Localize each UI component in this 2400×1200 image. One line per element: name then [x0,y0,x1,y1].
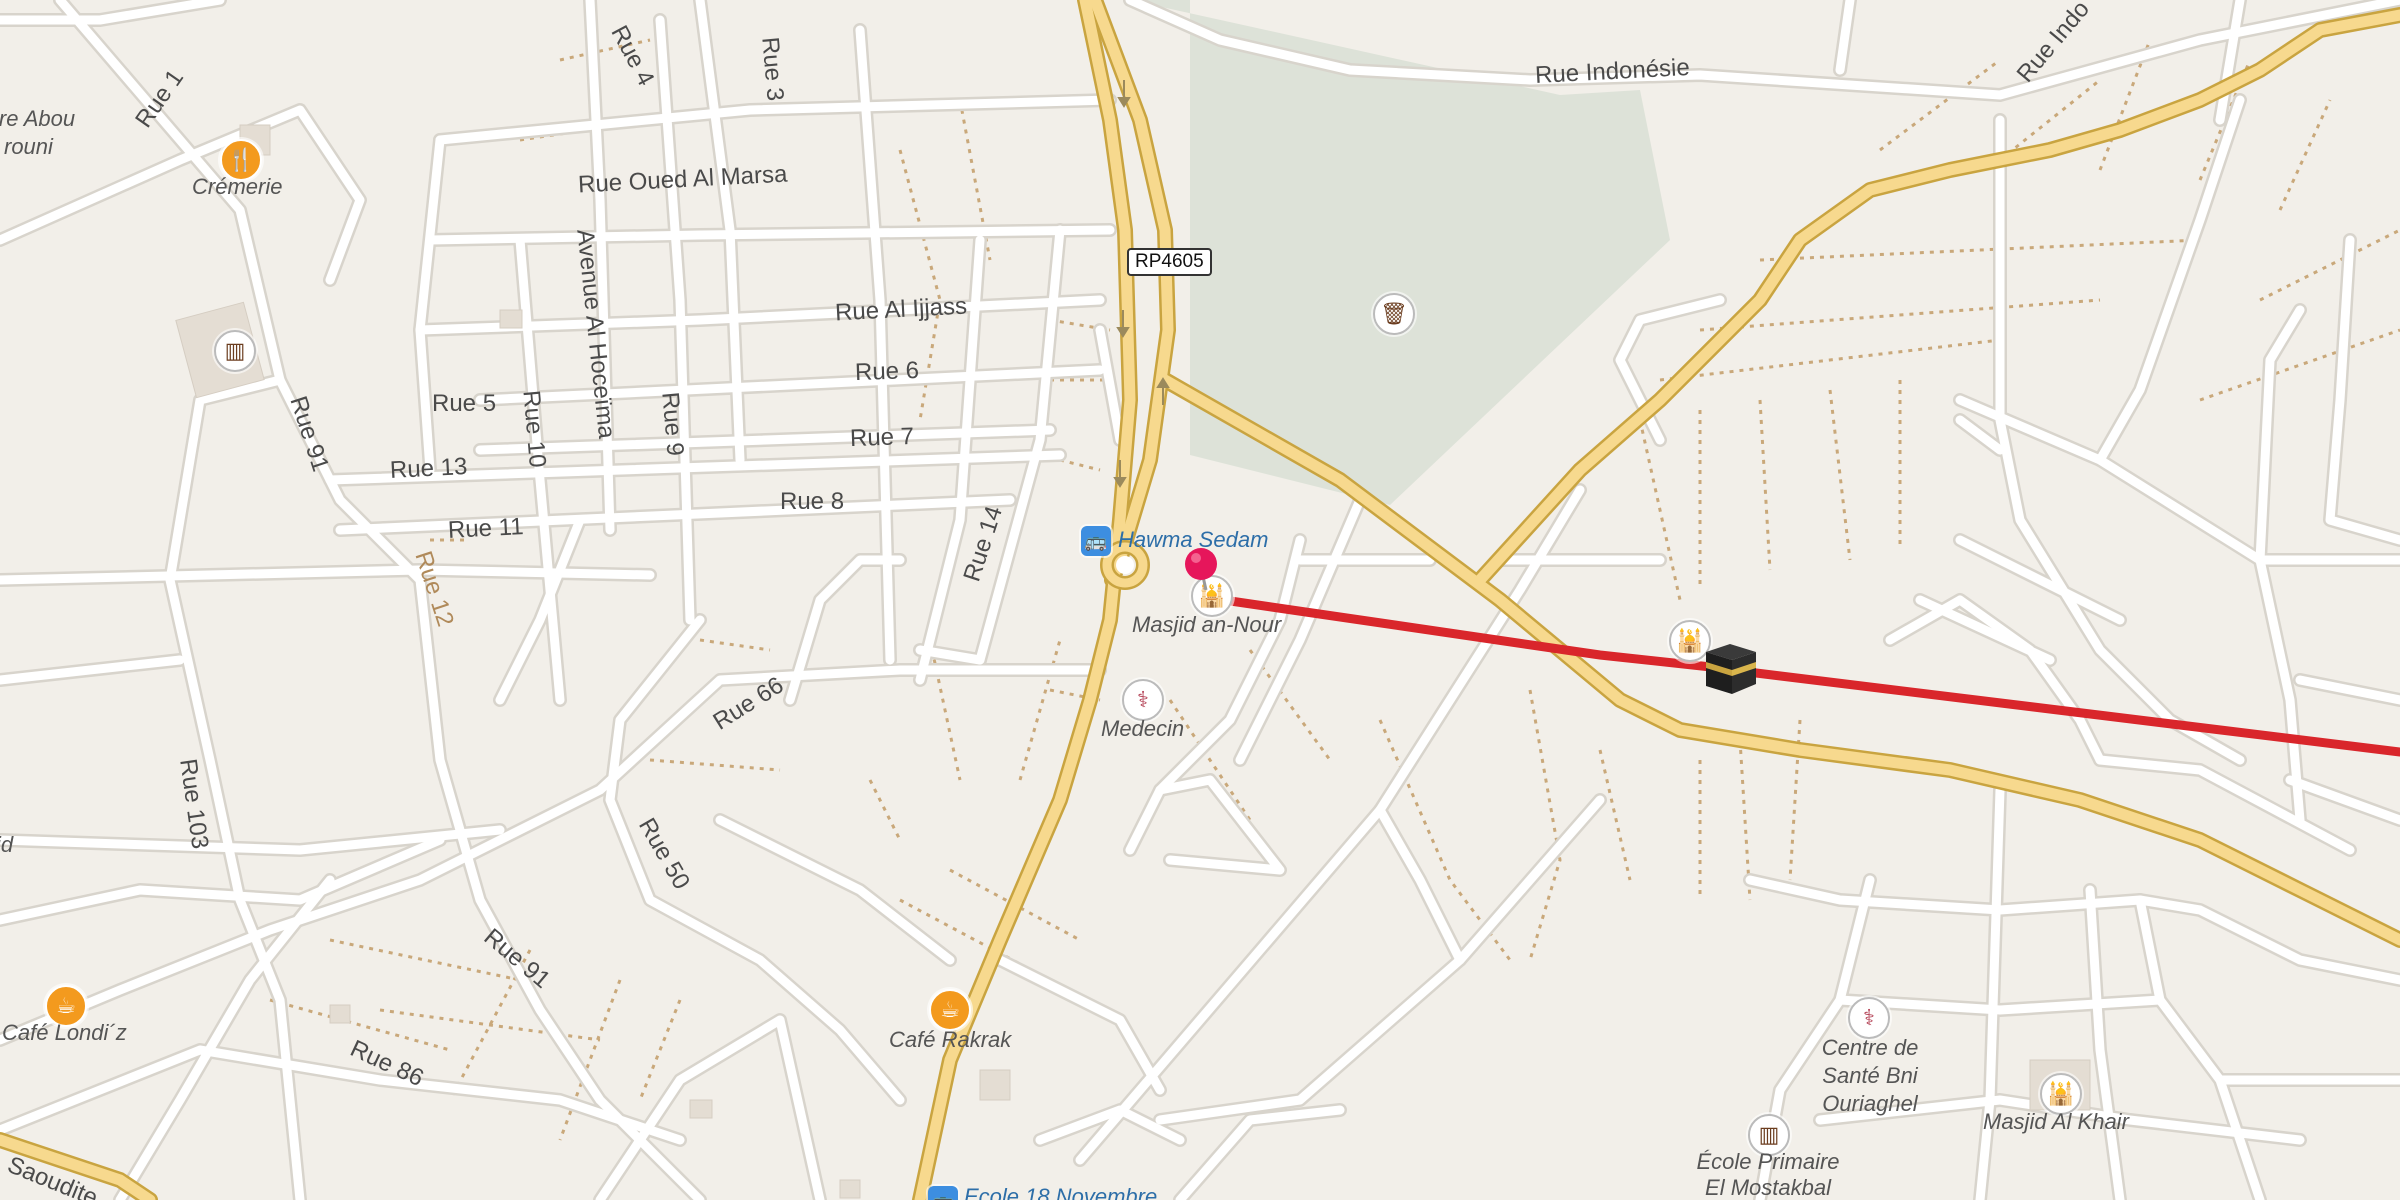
street-label: Rue 3 [756,35,789,103]
cafe-icon[interactable]: ☕ [929,989,971,1031]
kaaba-icon[interactable] [1702,640,1760,696]
street-label: Rue 11 [447,513,525,544]
street-label: Rue 5 [432,390,497,417]
poi-label[interactable]: Café Londi´z [2,1020,127,1046]
street-label: Rue 9 [656,390,689,458]
doctor-icon[interactable]: ⚕ [1848,997,1890,1039]
street-label: Rue 13 [389,452,469,485]
bus-stop-icon[interactable]: 🚌 [1081,526,1111,556]
location-pin-icon[interactable] [1180,544,1224,592]
poi-label: id [0,832,14,857]
route-line [1205,593,2400,757]
school-icon[interactable]: ▥ [214,330,256,372]
waste-basket-icon[interactable]: 🗑 [1373,293,1415,335]
poi-label[interactable]: Ecole 18 Novembre [964,1184,1157,1200]
poi-label[interactable]: Centre de Santé Bni Ouriaghel [1790,1034,1950,1118]
poi-label[interactable]: Medecin [1101,716,1184,742]
poi-label: rouni [4,134,53,159]
poi-label[interactable]: Masjid Al Khair [1983,1109,2129,1135]
poi-label[interactable]: École Primaire El Mostakbal [1693,1149,1843,1200]
street-label: Rue 7 [849,422,915,453]
poi-label[interactable]: Café Rakrak [889,1027,1011,1053]
poi-label: ire Abou [0,106,76,131]
street-label: Rue 8 [780,488,845,515]
road-ref-shield: RP4605 [1127,248,1212,276]
poi-label[interactable]: Crémerie [192,174,282,200]
street-label: Rue 6 [854,356,920,387]
doctor-icon[interactable]: ⚕ [1122,679,1164,721]
poi-label[interactable]: Masjid an-Nour [1132,612,1281,638]
map-view[interactable]: RP4605 Rue Indonésie Rue Oued Al Marsa R… [0,0,2400,1200]
bus-stop-icon[interactable]: 🚌 [928,1186,958,1200]
